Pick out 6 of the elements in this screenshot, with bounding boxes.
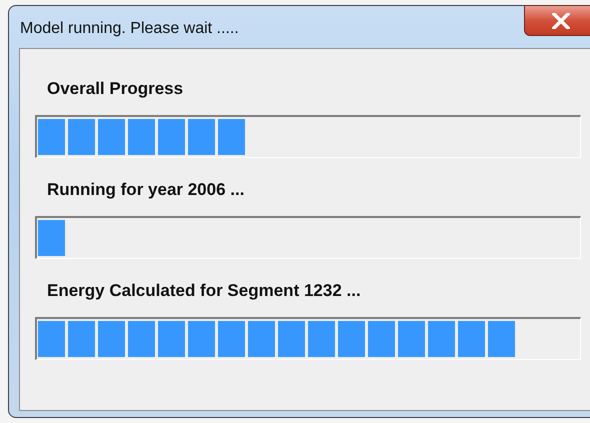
window-title: Model running. Please wait ..... [20,20,239,38]
close-icon [552,12,570,28]
progress-label: Overall Progress [47,79,184,99]
progress-label: Energy Calculated for Segment 1232 ... [47,281,362,301]
close-button[interactable] [524,5,590,36]
progress-label: Running for year 2006 ... [47,180,246,200]
